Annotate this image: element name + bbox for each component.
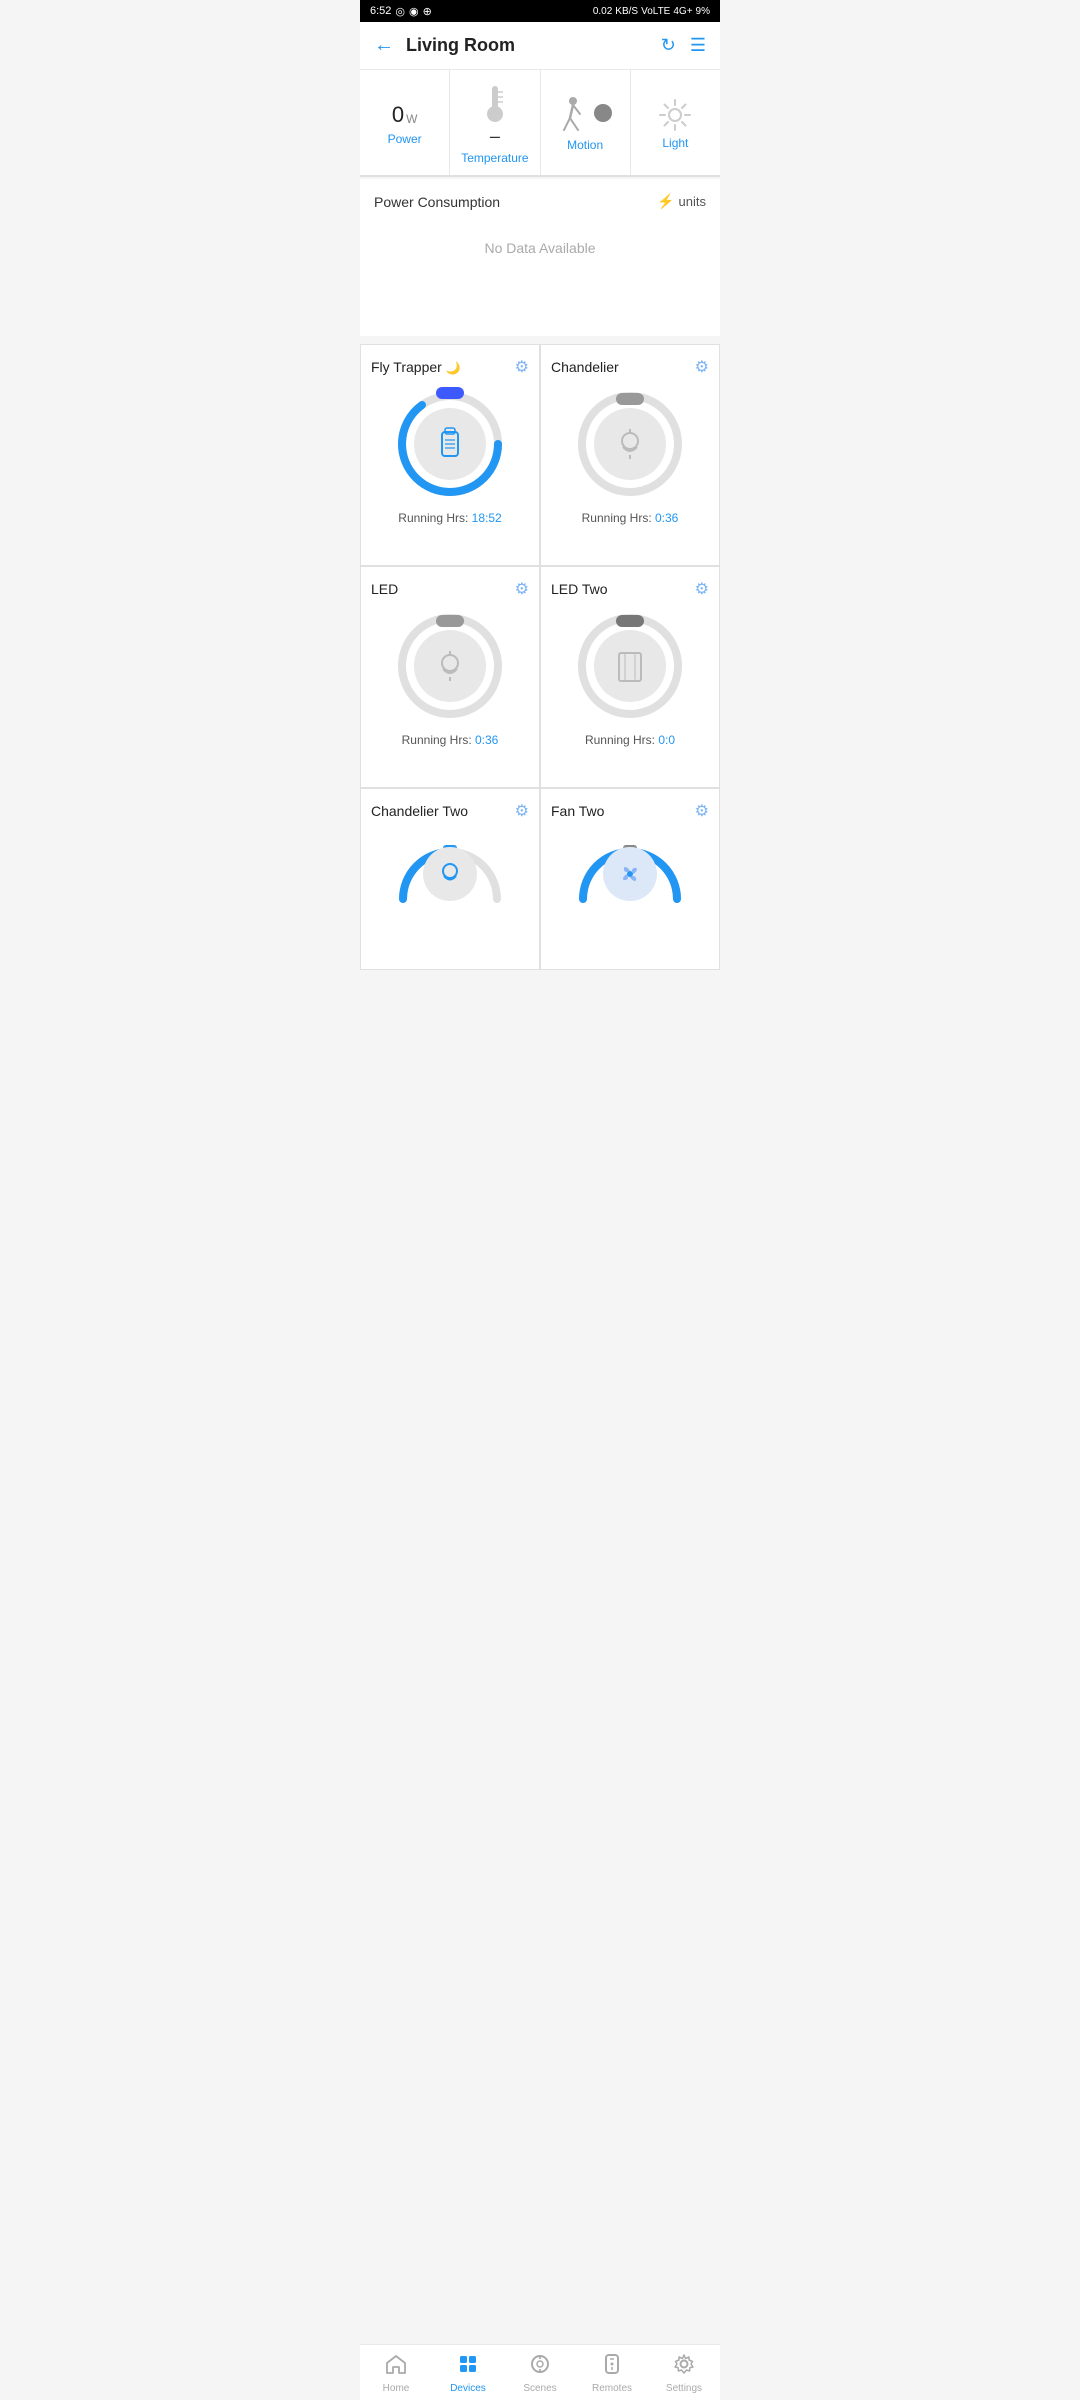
temperature-label: Temperature — [461, 151, 528, 165]
led-name: LED — [371, 581, 398, 597]
fly-trapper-icon — [432, 426, 468, 462]
power-unit: W — [406, 112, 417, 126]
led-dial — [395, 611, 505, 721]
led-two-settings[interactable]: ⚙ — [695, 579, 709, 599]
status-battery: 9% — [696, 6, 710, 17]
status-icon-1: ◎ — [395, 5, 405, 18]
fly-trapper-dial — [395, 389, 505, 499]
led-two-toggle[interactable] — [616, 615, 644, 627]
motion-icon — [558, 96, 588, 134]
power-value: 0 — [392, 102, 404, 128]
nav-settings-label: Settings — [666, 2383, 702, 2394]
status-speed: 0.02 — [593, 6, 612, 17]
bottom-nav: Home Devices Scenes — [360, 2344, 720, 2400]
menu-button[interactable]: ☰ — [690, 35, 706, 56]
led-two-name: LED Two — [551, 581, 608, 597]
power-section: Power Consumption ⚡ units No Data Availa… — [360, 179, 720, 336]
top-nav: ← Living Room ↻ ☰ — [360, 22, 720, 70]
light-label: Light — [662, 136, 688, 150]
thermometer-icon — [481, 82, 509, 124]
motion-label: Motion — [567, 138, 603, 152]
led-two-dial — [575, 611, 685, 721]
led-two-icon — [615, 649, 645, 683]
fly-trapper-running-hrs: Running Hrs: 18:52 — [398, 511, 501, 525]
chandelier-two-icon — [436, 860, 464, 888]
nav-remotes-label: Remotes — [592, 2383, 632, 2394]
chandelier-two-name: Chandelier Two — [371, 803, 468, 819]
refresh-button[interactable]: ↻ — [661, 35, 676, 56]
device-card-led-two: LED Two ⚙ Running Hrs: 0:0 — [541, 567, 719, 787]
fan-two-icon — [615, 859, 645, 889]
fan-two-name: Fan Two — [551, 803, 604, 819]
chandelier-icon — [613, 427, 647, 461]
power-units: ⚡ units — [657, 193, 706, 210]
sensor-strip: 0 W Power – Temperature — [360, 70, 720, 177]
nav-tab-devices[interactable]: Devices — [432, 2353, 504, 2394]
status-signal: 4G+ — [673, 6, 692, 17]
device-card-led: LED ⚙ Running Hrs: 0:36 — [361, 567, 539, 787]
led-settings[interactable]: ⚙ — [515, 579, 529, 599]
remotes-icon — [601, 2353, 623, 2381]
fan-two-settings[interactable]: ⚙ — [695, 801, 709, 821]
settings-icon — [673, 2353, 695, 2381]
device-card-fan-two: Fan Two ⚙ — [541, 789, 719, 969]
fan-two-dial — [575, 837, 685, 907]
fly-trapper-settings[interactable]: ⚙ — [515, 357, 529, 377]
bolt-icon: ⚡ — [657, 193, 674, 210]
chandelier-name: Chandelier — [551, 359, 619, 375]
led-running-hrs: Running Hrs: 0:36 — [402, 733, 499, 747]
status-bar: 6:52 ◎ ◉ ⊕ 0.02 KB/S VoLTE 4G+ 9% — [360, 0, 720, 22]
chandelier-two-settings[interactable]: ⚙ — [515, 801, 529, 821]
back-button[interactable]: ← — [374, 34, 394, 57]
chandelier-two-dial — [395, 837, 505, 907]
nav-scenes-label: Scenes — [523, 2383, 556, 2394]
status-icon-3: ⊕ — [423, 5, 432, 18]
home-icon — [385, 2353, 407, 2381]
nav-tab-scenes[interactable]: Scenes — [504, 2353, 576, 2394]
status-speed-unit: KB/S — [615, 6, 638, 17]
chandelier-toggle[interactable] — [616, 393, 644, 405]
sensor-light: Light — [631, 70, 720, 175]
power-label: Power — [388, 132, 422, 146]
status-icon-2: ◉ — [409, 5, 419, 18]
nav-tab-remotes[interactable]: Remotes — [576, 2353, 648, 2394]
sensor-power: 0 W Power — [360, 70, 450, 175]
temperature-value: – — [490, 126, 500, 147]
nav-home-label: Home — [383, 2383, 410, 2394]
device-card-chandelier: Chandelier ⚙ Running Hrs: — [541, 345, 719, 565]
devices-icon — [457, 2353, 479, 2381]
chandelier-settings[interactable]: ⚙ — [695, 357, 709, 377]
page-title: Living Room — [406, 35, 661, 56]
power-consumption-title: Power Consumption — [374, 194, 500, 210]
led-two-running-hrs: Running Hrs: 0:0 — [585, 733, 675, 747]
sensor-motion: Motion — [541, 70, 631, 175]
status-time: 6:52 — [370, 5, 391, 17]
fly-trapper-name: Fly Trapper 🌙 — [371, 359, 461, 375]
led-icon — [433, 649, 467, 683]
device-card-chandelier-two: Chandelier Two ⚙ — [361, 789, 539, 969]
led-toggle[interactable] — [436, 615, 464, 627]
device-grid: Fly Trapper 🌙 ⚙ — [360, 344, 720, 970]
sensor-temperature: – Temperature — [450, 70, 540, 175]
chandelier-dial — [575, 389, 685, 499]
nav-devices-label: Devices — [450, 2383, 486, 2394]
status-network: VoLTE — [641, 6, 670, 17]
device-card-fly-trapper: Fly Trapper 🌙 ⚙ — [361, 345, 539, 565]
no-data-message: No Data Available — [374, 220, 706, 276]
nav-tab-settings[interactable]: Settings — [648, 2353, 720, 2394]
nav-tab-home[interactable]: Home — [360, 2353, 432, 2394]
scenes-icon — [529, 2353, 551, 2381]
fly-trapper-toggle[interactable] — [436, 387, 464, 399]
chandelier-running-hrs: Running Hrs: 0:36 — [582, 511, 679, 525]
light-icon — [658, 98, 692, 132]
motion-dot — [594, 104, 612, 122]
